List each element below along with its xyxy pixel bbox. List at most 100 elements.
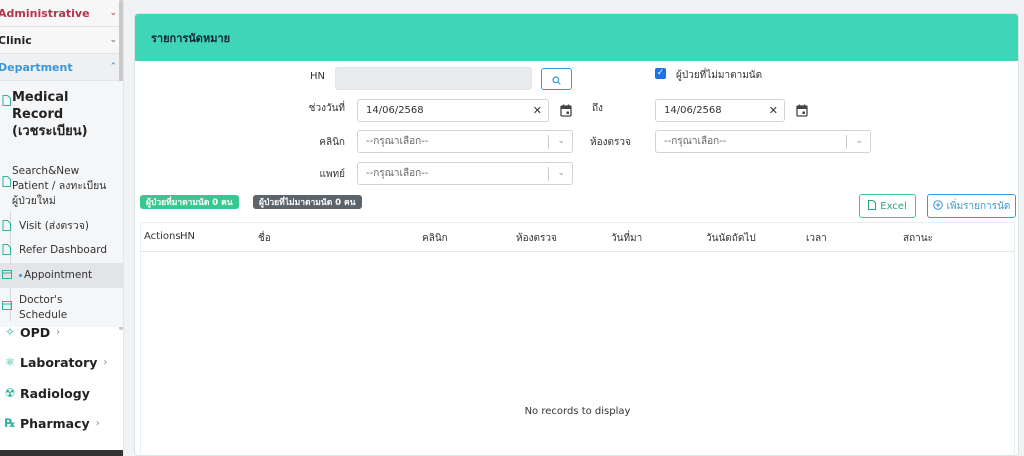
column-header-hn[interactable]: HN: [180, 231, 195, 242]
sub-item-label: Appointment: [24, 269, 93, 281]
appointment-table: Actions HN ชื่อ คลินิก ห้องตรวจ วันที่มา…: [140, 222, 1015, 456]
select-divider: [548, 167, 549, 181]
search-button[interactable]: [541, 68, 572, 90]
sub-item-label: Search&New: [12, 165, 80, 177]
column-header-time[interactable]: เวลา: [806, 231, 827, 246]
sidebar-section-label: Department: [0, 60, 73, 74]
plus-circle-icon: [932, 199, 943, 213]
file-icon: [2, 95, 11, 106]
column-header-clinic[interactable]: คลินิก: [422, 231, 448, 246]
not-came-count-badge: ผู้ป่วยที่ไม่มาตามนัด 0 คน: [253, 195, 362, 209]
chevron-down-icon: ⌄: [109, 8, 117, 18]
appointment-panel: รายการนัดหมาย HN ✓ ผู้ป่วยที่ไม่มาตามนัด…: [134, 13, 1019, 456]
column-header-actions[interactable]: Actions: [144, 231, 181, 242]
calendar-icon: [2, 300, 12, 310]
select-divider: [846, 135, 847, 149]
chevron-down-icon: ⌄: [557, 136, 565, 146]
sidebar-section-administrative[interactable]: Administrative ⌄: [0, 0, 123, 27]
chevron-right-icon: ›: [95, 417, 100, 429]
prescription-icon: ℞: [4, 416, 16, 430]
sidebar-section-department[interactable]: Department ⌃: [0, 54, 123, 81]
main-item-label: Laboratory: [20, 354, 98, 370]
excel-button-label: Excel: [880, 200, 907, 212]
clinic-label: คลินิก: [319, 137, 345, 148]
sidebar-item-laboratory[interactable]: ⚛ Laboratory ›: [0, 350, 123, 374]
clinic-select[interactable]: --กรุณาเลือก-- ⌄: [357, 130, 573, 153]
sidebar-item-pharmacy[interactable]: ℞ Pharmacy ›: [0, 411, 123, 435]
hn-label: HN: [310, 71, 325, 82]
file-icon: [2, 244, 11, 255]
column-header-room[interactable]: ห้องตรวจ: [516, 231, 557, 246]
page-title: รายการนัดหมาย: [151, 31, 231, 45]
sub-item-label: Refer Dashboard: [19, 244, 108, 256]
sidebar-item-refer-dashboard[interactable]: Refer Dashboard: [0, 238, 123, 263]
no-show-checkbox[interactable]: ✓: [655, 68, 666, 79]
empty-table-message: No records to display: [524, 406, 631, 417]
sidebar-section-clinic[interactable]: Clinic ⌄: [0, 27, 123, 54]
stethoscope-icon: ✧: [4, 325, 16, 339]
date-range-label: ช่วงวันที่: [308, 103, 345, 114]
file-icon: [868, 199, 877, 213]
calendar-icon[interactable]: [560, 102, 572, 121]
clinic-select-value: --กรุณาเลือก--: [366, 136, 429, 147]
sidebar-item-visit[interactable]: Visit (ส่งตรวจ): [0, 215, 123, 238]
sidebar-item-radiology[interactable]: ☢ Radiology: [0, 381, 123, 405]
column-header-next-date[interactable]: วันนัดถัดไป: [706, 231, 756, 246]
main-item-label: Radiology: [20, 385, 90, 401]
sub-item-label: Doctor's: [19, 294, 63, 306]
medical-record-label: Medical Record: [12, 90, 69, 122]
microscope-icon: ⚛: [4, 355, 16, 369]
room-select[interactable]: --กรุณาเลือก-- ⌄: [655, 130, 871, 153]
sub-item-label: Visit (ส่งตรวจ): [19, 220, 89, 232]
table-header: Actions HN ชื่อ คลินิก ห้องตรวจ วันที่มา…: [141, 223, 1014, 252]
active-dot: [19, 273, 22, 277]
room-select-value: --กรุณาเลือก--: [664, 136, 727, 147]
chevron-down-icon: ⌄: [109, 35, 117, 45]
panel-header: รายการนัดหมาย: [135, 14, 1018, 61]
excel-button[interactable]: Excel: [859, 194, 916, 218]
column-header-name[interactable]: ชื่อ: [258, 231, 271, 246]
chevron-down-icon: ⌄: [557, 168, 565, 178]
status-url-bar: [0, 450, 123, 456]
sidebar-item-opd[interactable]: ✧ OPD ›: [0, 320, 123, 344]
department-submenu: Medical Record (เวชระเบียน) Search&New P…: [0, 81, 123, 327]
date-to-value: 14/06/2568: [664, 105, 722, 116]
file-icon: [2, 176, 11, 187]
sidebar-item-appointment[interactable]: Appointment: [0, 263, 123, 288]
sidebar-item-search-new-patient[interactable]: Search&New Patient / ลงทะเบียน ผู้ป่วยให…: [0, 146, 123, 215]
chevron-up-icon: ⌃: [109, 62, 117, 72]
date-from-input[interactable]: 14/06/2568 ✕: [357, 99, 549, 122]
search-icon: [552, 70, 561, 89]
radiation-icon: ☢: [4, 386, 16, 400]
chevron-down-icon: ⌄: [855, 136, 863, 146]
date-to-input[interactable]: 14/06/2568 ✕: [655, 99, 785, 122]
column-header-status[interactable]: สถานะ: [903, 231, 933, 246]
file-icon: [2, 220, 11, 231]
came-count-badge: ผู้ป่วยที่มาตามนัด 0 คน: [140, 195, 239, 209]
sidebar-section-label: Clinic: [0, 33, 32, 47]
doctor-label: แพทย์: [319, 169, 346, 180]
sidebar: Administrative ⌄ Clinic ⌄ Department ⌃ M…: [0, 0, 124, 456]
column-header-visit-date[interactable]: วันที่มา: [611, 231, 642, 246]
main-item-label: Pharmacy: [20, 415, 90, 431]
calendar-icon[interactable]: [796, 102, 808, 121]
add-appointment-label: เพิ่มรายการนัด: [946, 200, 1011, 212]
sub-item-label: ผู้ป่วยใหม่: [12, 195, 56, 207]
room-label: ห้องตรวจ: [590, 137, 631, 148]
add-appointment-button[interactable]: เพิ่มรายการนัด: [927, 194, 1016, 218]
clear-icon[interactable]: ✕: [769, 104, 778, 117]
clear-icon[interactable]: ✕: [533, 104, 542, 117]
sidebar-section-label: Administrative: [0, 6, 90, 20]
select-divider: [548, 135, 549, 149]
chevron-right-icon: ›: [56, 326, 61, 338]
doctor-select[interactable]: --กรุณาเลือก-- ⌄: [357, 162, 573, 185]
date-from-value: 14/06/2568: [366, 105, 424, 116]
sub-item-label: Patient / ลงทะเบียน: [12, 180, 107, 192]
sidebar-item-medical-record[interactable]: Medical Record (เวชระเบียน): [0, 81, 123, 146]
to-label: ถึง: [592, 103, 603, 114]
no-show-label: ผู้ป่วยที่ไม่มาตามนัด: [676, 70, 763, 81]
main-item-label: OPD: [20, 324, 51, 340]
calendar-icon: [2, 269, 12, 279]
chevron-right-icon: ›: [103, 356, 108, 368]
hn-input[interactable]: [335, 67, 532, 90]
